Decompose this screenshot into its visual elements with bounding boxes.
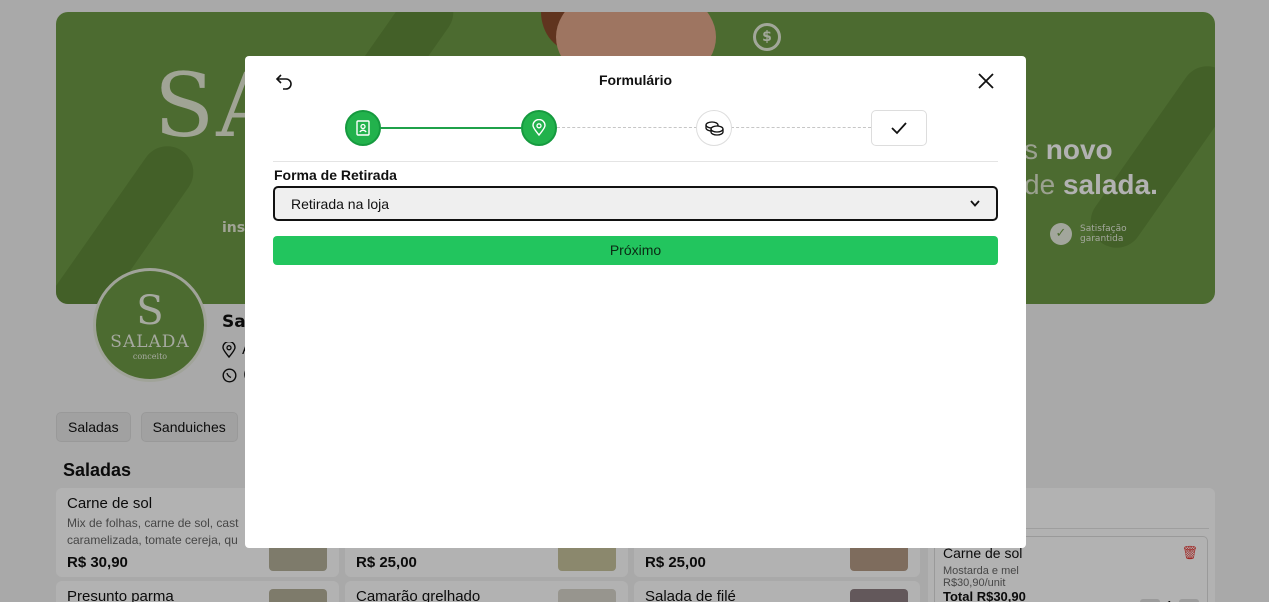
coins-icon	[705, 121, 724, 136]
location-pin-icon	[532, 119, 546, 137]
checkmark-icon	[891, 122, 907, 135]
step-1[interactable]	[345, 110, 381, 146]
step-2[interactable]	[521, 110, 557, 146]
step-3[interactable]	[696, 110, 732, 146]
step-connector	[731, 127, 871, 128]
close-icon[interactable]	[976, 71, 996, 91]
modal-title: Formulário	[598, 72, 673, 88]
next-button[interactable]: Próximo	[273, 236, 998, 265]
step-connector	[381, 127, 521, 129]
pickup-method-label: Forma de Retirada	[274, 167, 397, 183]
progress-stepper	[345, 110, 927, 146]
form-modal: Formulário Forma de Retirada Retirada na…	[245, 56, 1026, 548]
step-connector	[557, 127, 697, 128]
divider	[273, 161, 998, 162]
chevron-down-icon	[970, 200, 980, 207]
step-4[interactable]	[871, 110, 927, 146]
id-card-icon	[356, 120, 370, 136]
pickup-method-select[interactable]: Retirada na loja	[273, 186, 998, 221]
